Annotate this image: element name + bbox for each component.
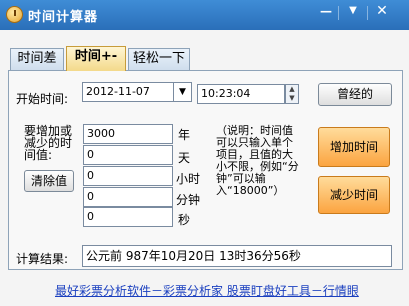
result-field[interactable]: 公元前 987年10月20日 13时36分56秒 [82, 245, 392, 267]
date-dropdown-icon[interactable]: ▼ [174, 82, 192, 102]
tab-time-difference[interactable]: 时间差 [10, 48, 64, 70]
menu-button[interactable]: ▼ [341, 2, 365, 22]
time-spinner[interactable]: ▲ ▼ [285, 84, 299, 104]
promo-link[interactable]: 最好彩票分析软件－彩票分析家 股票盯盘好工具－行情眼 [55, 282, 359, 299]
add-time-button[interactable]: 增加时间 [318, 127, 390, 167]
seconds-input[interactable]: 0 [83, 207, 173, 227]
years-unit: 年 [178, 128, 191, 142]
window-title: 时间计算器 [28, 10, 99, 25]
years-input[interactable]: 3000 [83, 124, 173, 144]
tab-time-plus-minus[interactable]: 时间+- [66, 46, 126, 71]
tab-relax[interactable]: 轻松一下 [128, 48, 190, 70]
past-time-button[interactable]: 曾经的 [318, 83, 392, 106]
seconds-unit: 秒 [178, 213, 191, 227]
minutes-input[interactable]: 0 [83, 187, 173, 207]
clock-app-icon [6, 6, 23, 23]
days-input[interactable]: 0 [83, 145, 173, 165]
minimize-button[interactable]: — [314, 2, 338, 22]
input-instructions-note: （说明：时间值可以只输入单个项目，且值的大小不限，例如“分钟”可以输入“1800… [216, 124, 299, 197]
spin-up-icon[interactable]: ▲ [286, 85, 298, 94]
hours-unit: 小时 [176, 172, 201, 186]
hours-input[interactable]: 0 [83, 166, 173, 186]
titlebar-divider [338, 6, 339, 20]
title-bar: 时间计算器 — ▼ ✕ [0, 0, 409, 30]
minutes-unit: 分钟 [176, 193, 201, 207]
start-time-field[interactable]: 10:23:04 [197, 84, 285, 104]
start-time-label: 开始时间: [16, 92, 69, 106]
adjust-value-label: 要增加或减少的时间值: [24, 124, 73, 162]
spin-down-icon[interactable]: ▼ [286, 94, 298, 103]
result-label: 计算结果: [16, 252, 69, 266]
days-unit: 天 [178, 151, 191, 165]
subtract-time-button[interactable]: 减少时间 [318, 176, 390, 214]
close-button[interactable]: ✕ [370, 2, 394, 22]
titlebar-divider [367, 6, 368, 20]
clear-values-button[interactable]: 清除值 [24, 170, 74, 192]
start-date-field[interactable]: 2012-11-07 [82, 82, 174, 102]
